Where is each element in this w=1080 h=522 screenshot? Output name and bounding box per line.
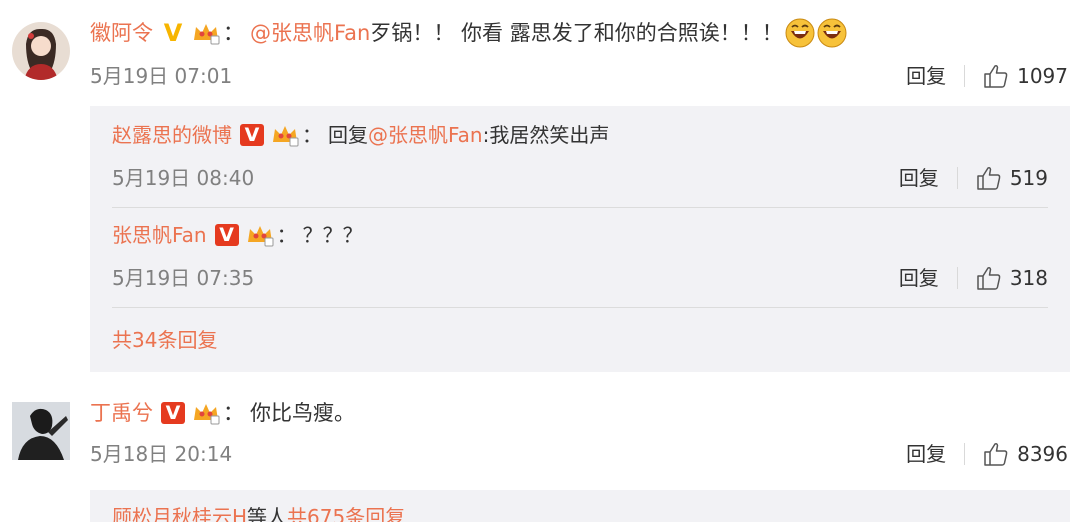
- colon-separator: ：: [223, 21, 244, 45]
- thumbs-up-icon[interactable]: [983, 441, 1009, 467]
- like-count: 318: [1009, 266, 1048, 290]
- thumbs-up-icon[interactable]: [976, 165, 1002, 191]
- view-all-replies-link[interactable]: 共34条回复: [112, 326, 217, 354]
- avatar[interactable]: [12, 402, 70, 460]
- like-count: 1097: [1017, 64, 1068, 88]
- mention-link[interactable]: @张思帆Fan: [250, 18, 370, 48]
- reply-time: 5月19日 08:40: [112, 166, 255, 190]
- crown-member-icon: [270, 122, 300, 148]
- crown-member-icon: [191, 20, 221, 46]
- username-link[interactable]: 徽阿令: [90, 18, 153, 48]
- like-count: 8396: [1017, 442, 1068, 466]
- comment-line: 丁禹兮 V ： 你比鸟瘦。: [90, 398, 355, 428]
- divider: [964, 65, 966, 87]
- divider: [964, 443, 966, 465]
- verified-v-icon: V: [163, 19, 183, 47]
- reply-prefix: 回复: [328, 123, 368, 147]
- view-all-replies-link[interactable]: 共675条回复: [287, 502, 405, 522]
- like-count: 519: [1009, 166, 1048, 190]
- comment-item: 徽阿令 V ： @张思帆Fan 歹锅！！ 你看 露思发了和你的合照诶！！！ 5月…: [0, 0, 1080, 380]
- reply-divider: [112, 207, 1048, 208]
- verified-v-icon: V: [240, 124, 264, 146]
- colon-separator: ：: [223, 401, 244, 425]
- username-link[interactable]: 张思帆Fan: [112, 220, 207, 250]
- replies-panel: 赵露思的微博 V ： 回复 @张思帆Fan :我居然笑出声 5月19日 08:4…: [90, 106, 1070, 372]
- divider: [956, 267, 958, 289]
- reply-time: 5月19日 07:35: [112, 266, 255, 290]
- thumbs-up-icon[interactable]: [983, 63, 1009, 89]
- avatar-image: [12, 402, 70, 460]
- divider: [956, 167, 958, 189]
- comment-time: 5月19日 07:01: [90, 64, 233, 88]
- username-link[interactable]: 顾松月秋桂云H: [112, 502, 247, 522]
- comment-line: 徽阿令 V ： @张思帆Fan 歹锅！！ 你看 露思发了和你的合照诶！！！: [90, 18, 847, 48]
- laughing-emoji-icon: [785, 18, 815, 48]
- comment-item: 丁禹兮 V ： 你比鸟瘦。 5月18日 20:14 回复 8396 顾松月秋桂云…: [0, 380, 1080, 522]
- reply-actions: 回复 318: [899, 264, 1048, 292]
- reply-line: 赵露思的微博 V ： 回复 @张思帆Fan :我居然笑出声: [112, 120, 609, 150]
- replies-panel: 顾松月秋桂云H 等人 共675条回复: [90, 490, 1070, 522]
- reply-actions: 回复 519: [899, 164, 1048, 192]
- avatar[interactable]: [12, 22, 70, 80]
- mention-link[interactable]: @张思帆Fan: [368, 120, 483, 150]
- avatar-image: [12, 22, 70, 80]
- comment-actions: 回复 1097: [906, 62, 1068, 90]
- colon-separator: ：: [276, 223, 297, 247]
- comment-actions: 回复 8396: [906, 440, 1068, 468]
- reply-button[interactable]: 回复: [906, 440, 946, 468]
- crown-member-icon: [245, 222, 275, 248]
- username-link[interactable]: 赵露思的微博: [112, 120, 232, 150]
- colon-separator: ：: [302, 123, 322, 147]
- reply-text: :我居然笑出声: [482, 123, 610, 147]
- thumbs-up-icon[interactable]: [976, 265, 1002, 291]
- laughing-emoji-icon: [817, 18, 847, 48]
- verified-v-icon: V: [214, 224, 239, 246]
- reply-line: 张思帆Fan V ： ？？？: [112, 220, 363, 250]
- reply-divider: [112, 307, 1048, 308]
- crown-member-icon: [191, 400, 221, 426]
- reply-button[interactable]: 回复: [899, 164, 939, 192]
- comment-time: 5月18日 20:14: [90, 442, 233, 466]
- reply-button[interactable]: 回复: [899, 264, 939, 292]
- verified-v-icon: V: [161, 402, 185, 424]
- comment-text: 歹锅！！ 你看 露思发了和你的合照诶！！！: [370, 21, 783, 45]
- summary-text: 等人: [247, 505, 288, 522]
- reply-summary: 顾松月秋桂云H 等人 共675条回复: [112, 502, 405, 522]
- reply-button[interactable]: 回复: [906, 62, 946, 90]
- comment-text: 你比鸟瘦。: [250, 401, 355, 425]
- reply-text: ？？？: [302, 223, 363, 247]
- username-link[interactable]: 丁禹兮: [90, 398, 153, 428]
